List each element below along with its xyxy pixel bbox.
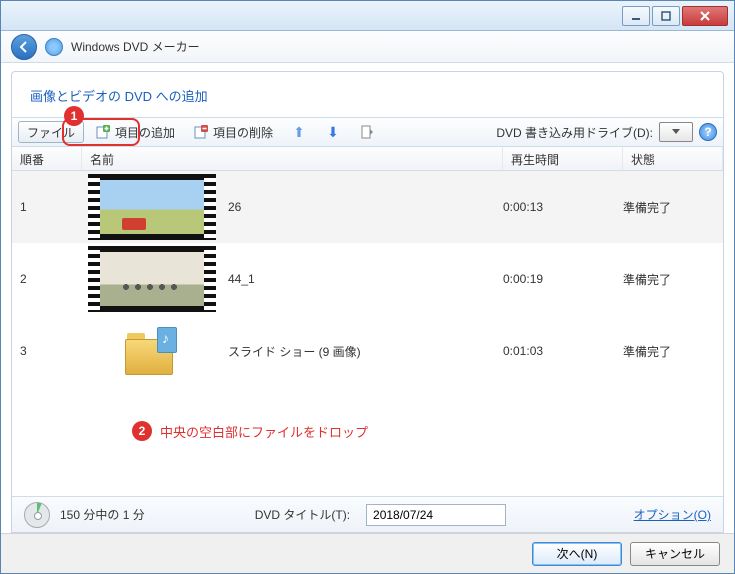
- close-button[interactable]: [682, 6, 728, 26]
- status-bar: 150 分中の 1 分 DVD タイトル(T): オプション(O): [12, 496, 723, 532]
- list-body[interactable]: 1 26 0:00:13 準備完了 2 44_1 0:00:19 準備完了 3 …: [12, 171, 723, 496]
- cell-name: 44_1: [222, 272, 503, 286]
- table-row[interactable]: 3 スライド ショー (9 画像) 0:01:03 準備完了: [12, 315, 723, 387]
- col-header-status[interactable]: 状態: [623, 147, 723, 170]
- cell-thumb: [82, 174, 222, 240]
- cell-duration: 0:01:03: [503, 344, 623, 358]
- move-up-button[interactable]: ⬆: [284, 121, 314, 143]
- cancel-button[interactable]: キャンセル: [630, 542, 720, 566]
- cell-thumb: [82, 327, 222, 375]
- video-thumbnail: [100, 252, 204, 306]
- table-row[interactable]: 2 44_1 0:00:19 準備完了: [12, 243, 723, 315]
- annotation-text-2: 中央の空白部にファイルをドロップ: [160, 422, 368, 441]
- annotation-badge-2: 2: [132, 421, 152, 441]
- dvd-title-label: DVD タイトル(T):: [255, 506, 350, 523]
- cell-name: スライド ショー (9 画像): [222, 343, 503, 360]
- list-header: 順番 名前 再生時間 状態: [12, 147, 723, 171]
- dvd-title-input[interactable]: [366, 504, 506, 526]
- cell-order: 1: [12, 200, 82, 214]
- minimize-button[interactable]: [622, 6, 650, 26]
- remove-item-icon: [193, 124, 209, 140]
- header-bar: Windows DVD メーカー: [1, 31, 734, 63]
- toolbar: 1 ファイル 項目の追加 項目の削除 ⬆ ⬇ DVD 書き込み用ドライブ(D):…: [12, 117, 723, 147]
- annotation-badge-1: 1: [64, 106, 84, 126]
- cell-status: 準備完了: [623, 199, 723, 216]
- app-icon: [45, 38, 63, 56]
- cell-order: 2: [12, 272, 82, 286]
- next-button[interactable]: 次へ(N): [532, 542, 622, 566]
- add-item-label: 項目の追加: [115, 124, 175, 141]
- cell-duration: 0:00:13: [503, 200, 623, 214]
- remove-item-label: 項目の削除: [213, 124, 273, 141]
- app-window: Windows DVD メーカー 画像とビデオの DVD への追加 1 ファイル…: [0, 0, 735, 574]
- col-header-name[interactable]: 名前: [82, 147, 503, 170]
- chevron-down-icon: [672, 129, 680, 135]
- filmstrip-icon: [88, 174, 216, 240]
- slideshow-folder-icon: [125, 327, 179, 375]
- remove-item-button[interactable]: 項目の削除: [186, 121, 280, 143]
- button-bar: 次へ(N) キャンセル: [1, 533, 734, 573]
- back-button[interactable]: [11, 34, 37, 60]
- table-row[interactable]: 1 26 0:00:13 準備完了: [12, 171, 723, 243]
- disc-usage-icon: [24, 502, 50, 528]
- arrow-down-icon: ⬇: [325, 124, 341, 140]
- main-panel: 画像とビデオの DVD への追加 1 ファイル 項目の追加 項目の削除 ⬆ ⬇ …: [11, 71, 724, 533]
- help-button[interactable]: ?: [699, 123, 717, 141]
- cell-status: 準備完了: [623, 271, 723, 288]
- add-item-icon: [95, 124, 111, 140]
- maximize-button[interactable]: [652, 6, 680, 26]
- col-header-duration[interactable]: 再生時間: [503, 147, 623, 170]
- move-down-button[interactable]: ⬇: [318, 121, 348, 143]
- cell-name: 26: [222, 200, 503, 214]
- properties-icon: [359, 124, 375, 140]
- video-thumbnail: [100, 180, 204, 234]
- cell-duration: 0:00:19: [503, 272, 623, 286]
- panel-heading: 画像とビデオの DVD への追加: [12, 72, 723, 117]
- col-header-order[interactable]: 順番: [12, 147, 82, 170]
- cell-status: 準備完了: [623, 343, 723, 360]
- properties-button[interactable]: [352, 121, 382, 143]
- app-title: Windows DVD メーカー: [71, 38, 200, 55]
- drive-dropdown[interactable]: [659, 122, 693, 142]
- arrow-up-icon: ⬆: [291, 124, 307, 140]
- add-item-button[interactable]: 項目の追加: [88, 121, 182, 143]
- time-used-label: 150 分中の 1 分: [60, 506, 145, 523]
- toolbar-right: DVD 書き込み用ドライブ(D): ?: [496, 122, 717, 142]
- titlebar: [1, 1, 734, 31]
- cell-order: 3: [12, 344, 82, 358]
- drive-label: DVD 書き込み用ドライブ(D):: [496, 124, 653, 141]
- cell-thumb: [82, 246, 222, 312]
- options-link[interactable]: オプション(O): [634, 506, 711, 523]
- filmstrip-icon: [88, 246, 216, 312]
- annotation-2: 2 中央の空白部にファイルをドロップ: [132, 421, 368, 441]
